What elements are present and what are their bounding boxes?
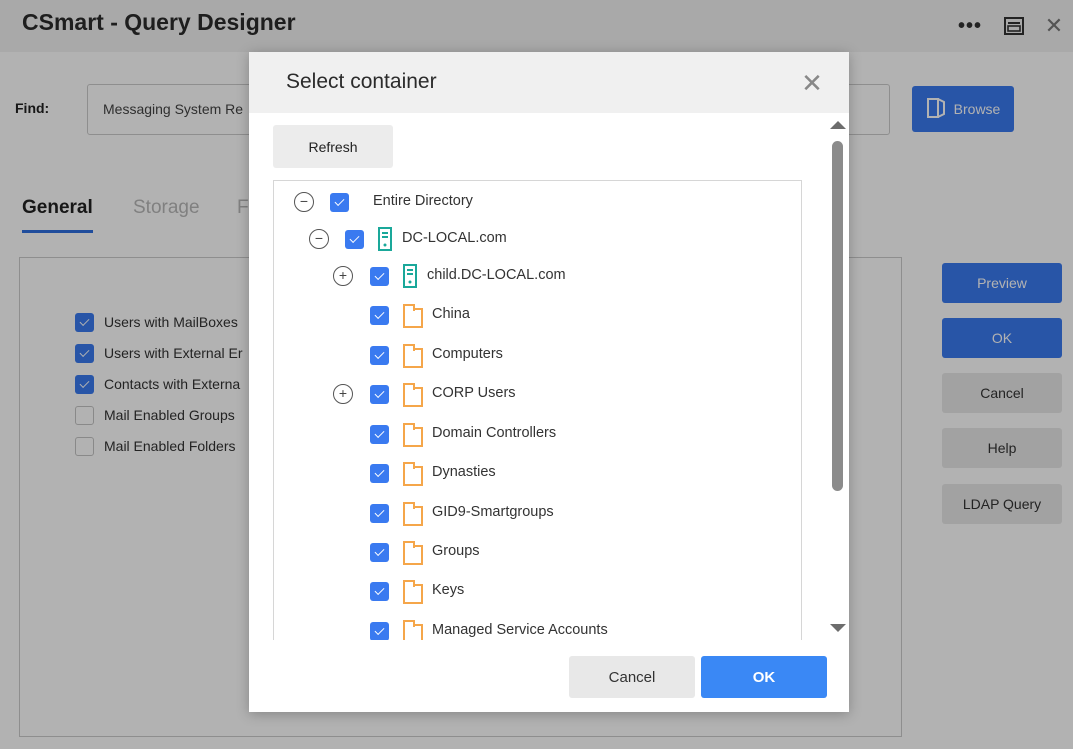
tree-node[interactable]: GID9-Smartgroups xyxy=(274,499,801,527)
folder-icon xyxy=(402,540,424,570)
tree-node-label: CORP Users xyxy=(432,385,516,401)
select-container-dialog: Select container ✕ Refresh − Entire Direc… xyxy=(249,52,849,712)
tree-checkbox[interactable] xyxy=(370,504,389,523)
tree-node-label: Entire Directory xyxy=(373,193,473,209)
folder-icon xyxy=(402,501,424,531)
expand-icon[interactable]: + xyxy=(333,266,353,286)
tree-node[interactable]: Domain Controllers xyxy=(274,420,801,448)
folder-icon xyxy=(402,343,424,373)
folder-icon xyxy=(402,382,424,412)
collapse-icon[interactable]: − xyxy=(309,229,329,249)
tree-checkbox[interactable] xyxy=(370,385,389,404)
folder-icon xyxy=(402,422,424,452)
tree-node[interactable]: Computers xyxy=(274,341,801,369)
tree-node-label: DC-LOCAL.com xyxy=(402,230,507,246)
tree-node-label: GID9-Smartgroups xyxy=(432,504,554,520)
tree-node[interactable]: Managed Service Accounts xyxy=(274,617,801,640)
domain-server-icon xyxy=(377,227,393,255)
tree-node[interactable]: Keys xyxy=(274,577,801,605)
tree-node-label: Computers xyxy=(432,346,503,362)
scroll-down-icon[interactable] xyxy=(830,624,846,632)
tree-checkbox[interactable] xyxy=(370,346,389,365)
tree-checkbox[interactable] xyxy=(370,267,389,286)
refresh-button[interactable]: Refresh xyxy=(273,125,393,168)
dialog-header: Select container ✕ xyxy=(249,52,849,113)
dialog-ok-button[interactable]: OK xyxy=(701,656,827,698)
dialog-cancel-button[interactable]: Cancel xyxy=(569,656,695,698)
tree-node-label: China xyxy=(432,306,470,322)
tree-node-label: Groups xyxy=(432,543,480,559)
tree-node[interactable]: + CORP Users xyxy=(274,380,801,408)
tree-checkbox[interactable] xyxy=(370,306,389,325)
tree-node-label: Dynasties xyxy=(432,464,496,480)
tree-node[interactable]: Groups xyxy=(274,538,801,566)
tree-checkbox[interactable] xyxy=(370,622,389,640)
tree-node-label: Keys xyxy=(432,582,465,598)
expand-icon[interactable]: + xyxy=(333,384,353,404)
tree-checkbox[interactable] xyxy=(345,230,364,249)
folder-icon xyxy=(402,461,424,491)
tree-node[interactable]: − Entire Directory xyxy=(274,188,801,216)
folder-icon xyxy=(402,303,424,333)
domain-server-icon xyxy=(402,264,418,292)
tree-checkbox[interactable] xyxy=(370,464,389,483)
dialog-title: Select container xyxy=(286,70,437,93)
tree-node-label: Managed Service Accounts xyxy=(432,622,608,638)
tree-node-label: Domain Controllers xyxy=(432,425,557,441)
tree-node[interactable]: China xyxy=(274,301,801,329)
scrollbar-thumb[interactable] xyxy=(832,141,843,491)
tree-node[interactable]: Dynasties xyxy=(274,459,801,487)
close-icon[interactable]: ✕ xyxy=(797,68,827,98)
scroll-up-icon[interactable] xyxy=(830,121,846,129)
folder-icon xyxy=(402,619,424,640)
folder-icon xyxy=(402,579,424,609)
tree-node-label: child.DC-LOCAL.com xyxy=(427,267,566,283)
tree-checkbox[interactable] xyxy=(330,193,349,212)
tree-node[interactable]: + child.DC-LOCAL.com xyxy=(274,262,801,290)
tree-node[interactable]: − DC-LOCAL.com xyxy=(274,225,801,253)
tree-checkbox[interactable] xyxy=(370,543,389,562)
container-tree[interactable]: − Entire Directory − DC-LOCAL.com + child.DC-… xyxy=(273,180,802,640)
tree-checkbox[interactable] xyxy=(370,425,389,444)
collapse-icon[interactable]: − xyxy=(294,192,314,212)
tree-checkbox[interactable] xyxy=(370,582,389,601)
